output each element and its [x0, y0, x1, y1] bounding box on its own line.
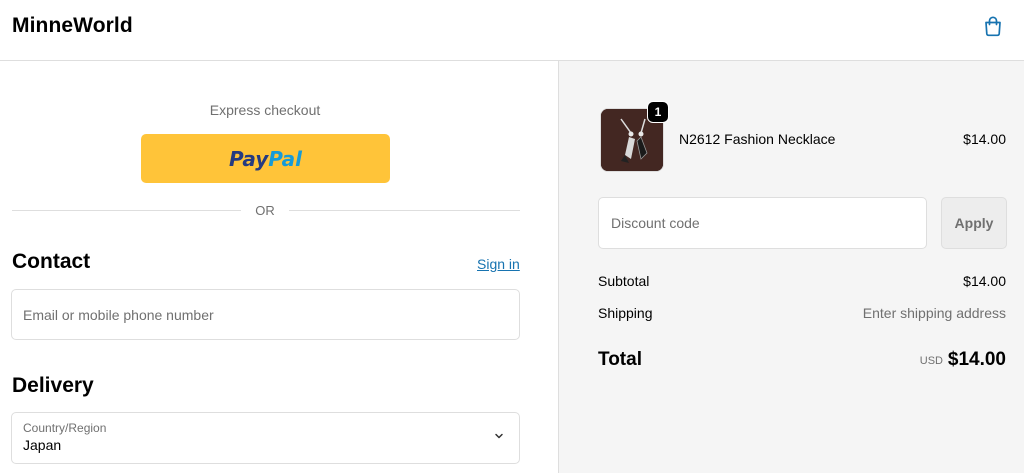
contact-heading: Contact	[12, 250, 91, 273]
delivery-heading: Delivery	[12, 374, 94, 397]
product-name: N2612 Fashion Necklace	[679, 131, 836, 147]
paypal-logo-part-1: Pay	[228, 146, 269, 171]
sign-in-link[interactable]: Sign in	[477, 256, 520, 272]
email-field[interactable]: Email or mobile phone number	[11, 289, 520, 340]
country-label: Country/Region	[23, 421, 107, 435]
country-select[interactable]: Country/Region Japan	[11, 412, 520, 464]
shipping-value: Enter shipping address	[862, 305, 1006, 321]
divider-left	[12, 210, 241, 211]
email-placeholder: Email or mobile phone number	[23, 307, 214, 323]
shopping-bag-icon[interactable]	[981, 14, 1005, 38]
checkout-form: Express checkout Pay Pal OR Contact Sign …	[0, 61, 558, 473]
total-value: $14.00	[947, 349, 1006, 370]
discount-code-field[interactable]: Discount code	[598, 197, 927, 249]
express-checkout-label: Express checkout	[209, 102, 321, 118]
total-label: Total	[598, 349, 642, 370]
header: MinneWorld	[0, 0, 1024, 61]
apply-button[interactable]: Apply	[941, 197, 1007, 249]
paypal-logo-part-2: Pal	[268, 146, 303, 171]
order-summary: 1 N2612 Fashion Necklace $14.00 Discount…	[558, 61, 1024, 473]
or-divider-label: OR	[255, 203, 275, 218]
quantity-badge: 1	[647, 101, 669, 123]
subtotal-label: Subtotal	[598, 273, 650, 289]
subtotal-value: $14.00	[963, 273, 1006, 289]
brand-logo[interactable]: MinneWorld	[12, 14, 133, 38]
country-value: Japan	[23, 437, 62, 453]
product-price: $14.00	[963, 131, 1006, 147]
discount-placeholder: Discount code	[611, 215, 700, 231]
currency-code: USD	[919, 355, 943, 367]
chevron-down-icon	[495, 433, 503, 439]
paypal-button[interactable]: Pay Pal	[141, 134, 390, 183]
shipping-label: Shipping	[598, 305, 653, 321]
divider-right	[289, 210, 520, 211]
